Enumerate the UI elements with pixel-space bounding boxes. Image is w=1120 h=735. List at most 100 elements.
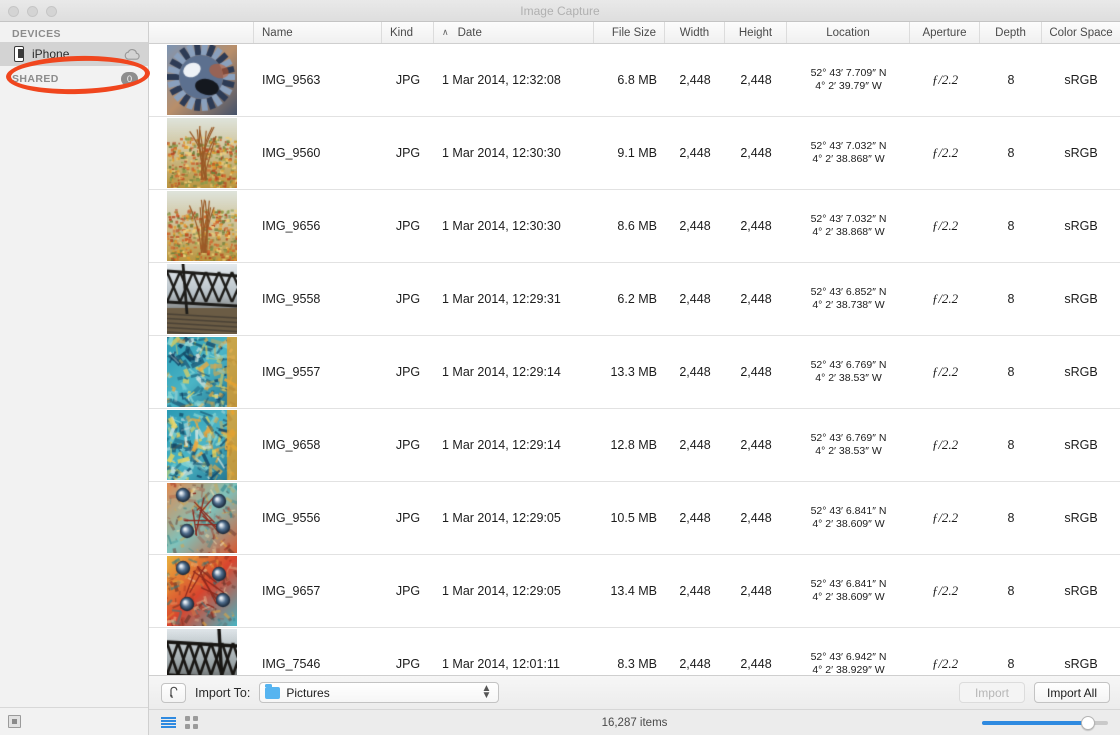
- folder-icon: [265, 684, 281, 699]
- column-header-kind[interactable]: Kind: [382, 22, 434, 43]
- sidebar-item-iphone[interactable]: iPhone: [0, 42, 148, 66]
- cell-date: 1 Mar 2014, 12:29:31: [442, 292, 561, 306]
- cell-height: 2,448: [740, 73, 772, 87]
- sidebar-footer: [0, 707, 148, 735]
- shared-count-badge: 0: [121, 72, 138, 86]
- column-header-thumbnail[interactable]: [149, 22, 254, 43]
- column-header-width[interactable]: Width: [665, 22, 725, 43]
- cell-latitude: 52° 43′ 7.709″ N: [810, 66, 887, 79]
- cell-color-space: sRGB: [1064, 219, 1098, 233]
- table-row[interactable]: IMG_9658 JPG 1 Mar 2014, 12:29:14 12.8 MB 2,…: [149, 409, 1120, 482]
- cell-name: IMG_9556: [262, 511, 321, 525]
- rotate-left-button[interactable]: [161, 682, 186, 703]
- cell-location: 52° 43′ 6.841″ N 4° 2′ 38.609″ W: [787, 555, 910, 627]
- table-row[interactable]: IMG_9557 JPG 1 Mar 2014, 12:29:14 13.3 MB 2,…: [149, 336, 1120, 409]
- cell-longitude: 4° 2′ 38.609″ W: [812, 591, 885, 603]
- cell-name: IMG_9563: [262, 73, 321, 87]
- cell-width: 2,448: [679, 146, 711, 160]
- cell-aperture: ƒ/2.2: [931, 218, 959, 233]
- table-header: Name Kind ∧ Date File Size Width Height …: [149, 22, 1120, 44]
- table-row[interactable]: IMG_7546 JPG 1 Mar 2014, 12:01:11 8.3 MB 2,4…: [149, 628, 1120, 675]
- cell-longitude: 4° 2′ 38.609″ W: [812, 518, 885, 530]
- thumbnail-size-slider[interactable]: [982, 715, 1108, 730]
- cell-kind: JPG: [395, 511, 421, 525]
- column-header-color-space[interactable]: Color Space: [1042, 22, 1120, 43]
- cell-depth: 8: [1007, 657, 1015, 671]
- cloud-icon: [124, 48, 140, 60]
- cell-color-space: sRGB: [1064, 657, 1098, 671]
- row-thumbnail[interactable]: [149, 44, 254, 116]
- table-row[interactable]: IMG_9657 JPG 1 Mar 2014, 12:29:05 13.4 MB 2,…: [149, 555, 1120, 628]
- cell-latitude: 52° 43′ 6.942″ N: [810, 650, 887, 663]
- slider-fill: [982, 720, 1088, 725]
- row-thumbnail[interactable]: [149, 482, 254, 554]
- cell-aperture: ƒ/2.2: [931, 437, 959, 452]
- destination-popup-button[interactable]: Pictures ▲ ▼: [259, 682, 500, 703]
- share-screen-icon[interactable]: [8, 715, 21, 728]
- cell-kind: JPG: [395, 292, 421, 306]
- cell-depth: 8: [1007, 73, 1015, 87]
- column-header-date[interactable]: ∧ Date: [434, 22, 594, 43]
- column-header-aperture[interactable]: Aperture: [910, 22, 980, 43]
- row-thumbnail[interactable]: [149, 263, 254, 335]
- cell-color-space: sRGB: [1064, 73, 1098, 87]
- table-row[interactable]: IMG_9656 JPG 1 Mar 2014, 12:30:30 8.6 MB 2,4…: [149, 190, 1120, 263]
- cell-height: 2,448: [740, 438, 772, 452]
- column-header-depth[interactable]: Depth: [980, 22, 1042, 43]
- cell-date: 1 Mar 2014, 12:29:14: [442, 365, 561, 379]
- cell-width: 2,448: [679, 657, 711, 671]
- cell-name: IMG_9557: [262, 365, 321, 379]
- column-header-name[interactable]: Name: [254, 22, 382, 43]
- cell-latitude: 52° 43′ 7.032″ N: [810, 139, 887, 152]
- cell-color-space: sRGB: [1064, 292, 1098, 306]
- cell-color-space: sRGB: [1064, 511, 1098, 525]
- cell-depth: 8: [1007, 511, 1015, 525]
- import-toolbar: Import To: Pictures ▲ ▼ Import Import All: [149, 675, 1120, 709]
- cell-location: 52° 43′ 6.852″ N 4° 2′ 38.738″ W: [787, 263, 910, 335]
- cell-latitude: 52° 43′ 6.769″ N: [810, 358, 887, 371]
- cell-width: 2,448: [679, 73, 711, 87]
- row-thumbnail[interactable]: [149, 409, 254, 481]
- slider-knob[interactable]: [1080, 715, 1095, 730]
- table-row[interactable]: IMG_9556 JPG 1 Mar 2014, 12:29:05 10.5 MB 2,…: [149, 482, 1120, 555]
- cell-depth: 8: [1007, 584, 1015, 598]
- column-header-file-size[interactable]: File Size: [594, 22, 665, 43]
- row-thumbnail[interactable]: [149, 117, 254, 189]
- sidebar-section-shared-row: SHARED 0: [0, 66, 148, 88]
- cell-height: 2,448: [740, 365, 772, 379]
- row-thumbnail[interactable]: [149, 628, 254, 675]
- cell-width: 2,448: [679, 584, 711, 598]
- row-thumbnail[interactable]: [149, 555, 254, 627]
- cell-date: 1 Mar 2014, 12:29:14: [442, 438, 561, 452]
- cell-height: 2,448: [740, 219, 772, 233]
- table-row[interactable]: IMG_9558 JPG 1 Mar 2014, 12:29:31 6.2 MB 2,4…: [149, 263, 1120, 336]
- cell-width: 2,448: [679, 219, 711, 233]
- table-row[interactable]: IMG_9563 JPG 1 Mar 2014, 12:32:08 6.8 MB 2,4…: [149, 44, 1120, 117]
- cell-longitude: 4° 2′ 38.738″ W: [812, 299, 885, 311]
- cell-aperture: ƒ/2.2: [931, 72, 959, 87]
- cell-longitude: 4° 2′ 38.868″ W: [812, 153, 885, 165]
- row-thumbnail[interactable]: [149, 336, 254, 408]
- cell-date: 1 Mar 2014, 12:30:30: [442, 219, 561, 233]
- cell-aperture: ƒ/2.2: [931, 510, 959, 525]
- column-header-height[interactable]: Height: [725, 22, 787, 43]
- row-thumbnail[interactable]: [149, 190, 254, 262]
- table-body[interactable]: IMG_9563 JPG 1 Mar 2014, 12:32:08 6.8 MB 2,4…: [149, 44, 1120, 675]
- content-area: Name Kind ∧ Date File Size Width Height …: [149, 22, 1120, 735]
- cell-color-space: sRGB: [1064, 146, 1098, 160]
- column-header-location[interactable]: Location: [787, 22, 910, 43]
- cell-kind: JPG: [395, 438, 421, 452]
- import-button[interactable]: Import: [958, 682, 1025, 703]
- cell-height: 2,448: [740, 657, 772, 671]
- table-row[interactable]: IMG_9560 JPG 1 Mar 2014, 12:30:30 9.1 MB 2,4…: [149, 117, 1120, 190]
- cell-depth: 8: [1007, 219, 1015, 233]
- cell-kind: JPG: [395, 219, 421, 233]
- cell-depth: 8: [1007, 292, 1015, 306]
- import-to-label: Import To:: [195, 685, 251, 700]
- cell-file-size: 10.5 MB: [610, 511, 657, 525]
- sidebar-item-label: iPhone: [32, 47, 70, 61]
- iphone-icon: [14, 46, 24, 62]
- import-all-button[interactable]: Import All: [1033, 682, 1110, 703]
- sidebar-section-shared: SHARED: [12, 73, 59, 85]
- cell-name: IMG_9558: [262, 292, 321, 306]
